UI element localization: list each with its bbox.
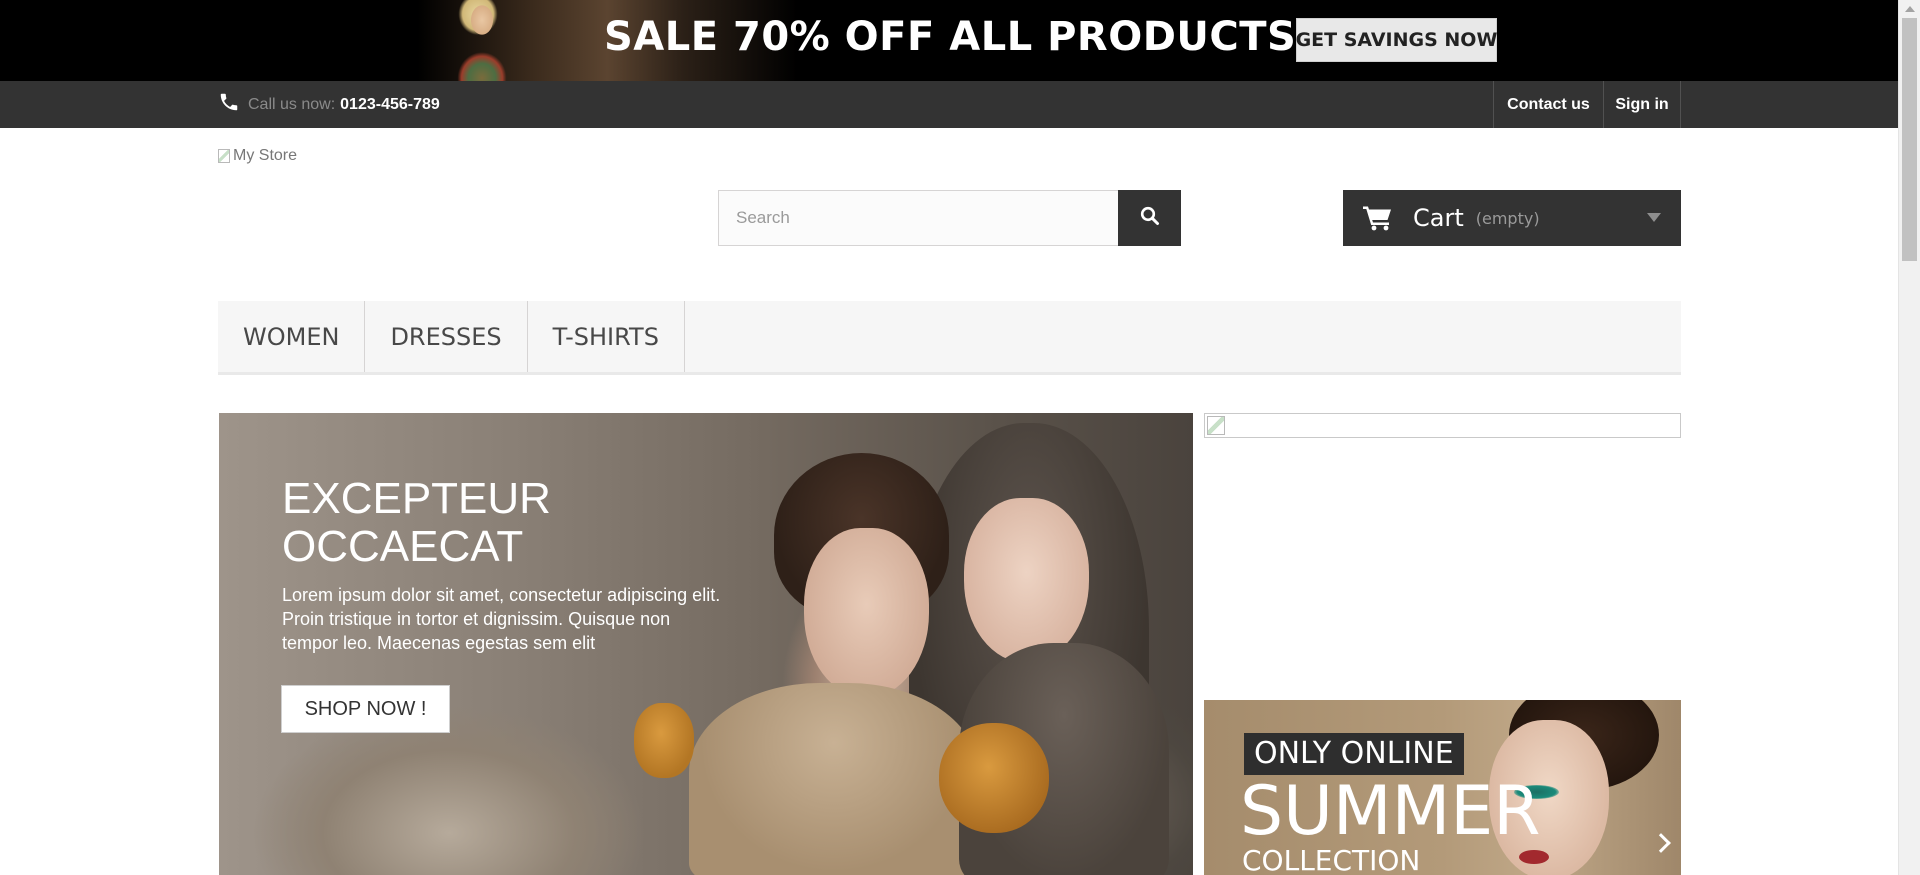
slide-photo-face bbox=[964, 498, 1089, 663]
chevron-down-icon bbox=[1647, 213, 1661, 222]
promo-banner[interactable]: SALE 70% OFF ALL PRODUCTS GET SAVINGS NO… bbox=[0, 0, 1898, 81]
get-savings-button[interactable]: GET SAVINGS NOW bbox=[1296, 18, 1497, 62]
page-scrollbar[interactable] bbox=[1898, 0, 1920, 875]
search-box bbox=[718, 190, 1181, 246]
cart-button[interactable]: Cart (empty) bbox=[1343, 190, 1681, 246]
phone-number: 0123-456-789 bbox=[340, 95, 440, 113]
menu-item-dresses[interactable]: DRESSES bbox=[365, 301, 528, 372]
side-banner-summer[interactable]: ONLY ONLINE SUMMER COLLECTION bbox=[1204, 700, 1681, 875]
shop-now-button[interactable]: SHOP NOW ! bbox=[281, 685, 450, 733]
call-us: Call us now: 0123-456-789 bbox=[218, 81, 440, 128]
banner-photo-lips bbox=[1519, 850, 1549, 864]
banner-tag: ONLY ONLINE bbox=[1244, 733, 1464, 775]
slide-photo-face bbox=[804, 528, 929, 698]
promo-model-image bbox=[430, 0, 530, 81]
main-menu: WOMEN DRESSES T-SHIRTS bbox=[218, 301, 1681, 375]
sign-in-link[interactable]: Sign in bbox=[1603, 81, 1681, 128]
search-input[interactable] bbox=[719, 191, 1119, 245]
top-nav-bar: Call us now: 0123-456-789 Contact us Sig… bbox=[0, 81, 1898, 128]
slide-description: Lorem ipsum dolor sit amet, consectetur … bbox=[282, 585, 721, 653]
broken-image-icon bbox=[218, 149, 230, 163]
contact-us-link[interactable]: Contact us bbox=[1493, 81, 1603, 128]
cart-status: (empty) bbox=[1475, 208, 1540, 228]
banner-subline: COLLECTION bbox=[1242, 844, 1421, 875]
call-label: Call us now: bbox=[248, 95, 336, 113]
broken-image-icon bbox=[1207, 416, 1225, 435]
scroll-up-icon[interactable] bbox=[1905, 6, 1915, 12]
store-logo[interactable]: My Store bbox=[218, 147, 297, 165]
side-banner-top[interactable] bbox=[1204, 413, 1681, 438]
slide-photo-mitten bbox=[939, 723, 1049, 833]
scroll-thumb[interactable] bbox=[1902, 18, 1917, 261]
cart-label: Cart bbox=[1413, 204, 1464, 232]
logo-alt-text: My Store bbox=[233, 147, 298, 164]
menu-item-women[interactable]: WOMEN bbox=[218, 301, 366, 372]
slide-photo-mitten bbox=[634, 703, 694, 778]
slide-photo-scarf bbox=[689, 683, 979, 875]
slide-title: EXCEPTEUR OCCAECAT bbox=[282, 474, 551, 571]
chevron-right-icon bbox=[1651, 833, 1671, 853]
search-button[interactable] bbox=[1118, 190, 1181, 246]
banner-headline: SUMMER bbox=[1240, 772, 1541, 851]
menu-item-tshirts[interactable]: T-SHIRTS bbox=[528, 301, 685, 372]
promo-headline: SALE 70% OFF ALL PRODUCTS bbox=[604, 14, 1297, 60]
cart-icon bbox=[1363, 205, 1393, 231]
hero-slider[interactable]: EXCEPTEUR OCCAECAT Lorem ipsum dolor sit… bbox=[219, 413, 1193, 875]
phone-icon bbox=[218, 91, 240, 113]
search-icon bbox=[1140, 206, 1160, 231]
